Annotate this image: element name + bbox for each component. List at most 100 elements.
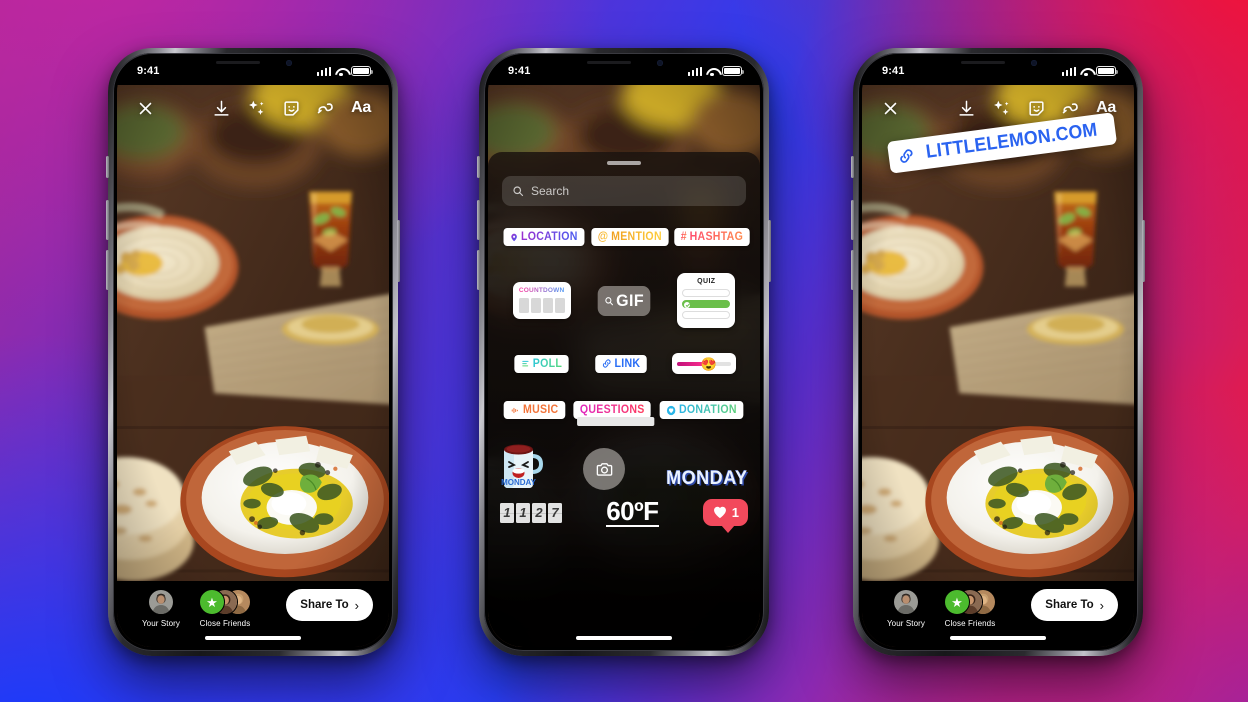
volume-down-button[interactable]: [106, 250, 109, 290]
phone-left: 9:41 Aa Your Story ★ Close Friends Share…: [106, 48, 400, 656]
sticker-location[interactable]: LOCATION: [503, 228, 585, 246]
your-story-option[interactable]: Your Story: [133, 589, 189, 628]
status-time: 9:41: [137, 65, 160, 77]
sticker-icon[interactable]: [1023, 95, 1049, 121]
sticker-counter[interactable]: 1 1 2 7: [500, 502, 562, 523]
share-to-label: Share To: [1045, 599, 1094, 611]
share-to-label: Share To: [300, 599, 349, 611]
sticker-hashtag[interactable]: # HASHTAG: [674, 228, 750, 246]
your-story-label: Your Story: [141, 619, 181, 628]
sticker-tray: Search LOCATION @ MENTION # HASHTAG COUN…: [488, 152, 760, 647]
close-friends-star-icon: ★: [944, 589, 970, 615]
draw-icon[interactable]: [313, 95, 339, 121]
camera-icon: [596, 462, 612, 476]
sticker-link[interactable]: LINK: [595, 354, 648, 373]
quiz-option-selected: [682, 300, 731, 308]
close-x-icon[interactable]: [132, 95, 158, 121]
story-toolbar: Aa: [117, 91, 389, 125]
drag-handle[interactable]: [607, 161, 641, 165]
sticker-icon[interactable]: [278, 95, 304, 121]
home-indicator[interactable]: [205, 636, 301, 640]
battery-icon: [351, 66, 374, 76]
home-indicator[interactable]: [950, 636, 1046, 640]
search-placeholder: Search: [531, 184, 570, 198]
mute-switch[interactable]: [851, 156, 854, 178]
sticker-poll[interactable]: POLL: [513, 354, 569, 373]
notch: [937, 57, 1059, 70]
effects-icon[interactable]: [243, 95, 269, 121]
sticker-row-5: MONDAY MONDAY: [488, 440, 760, 490]
screen-right: 9:41 Aa LITTLELEMON.COM Your Story ★ Clo…: [862, 57, 1134, 647]
volume-up-button[interactable]: [106, 200, 109, 240]
sticker-monday-text[interactable]: MONDAY: [666, 468, 747, 490]
home-indicator[interactable]: [576, 636, 672, 640]
volume-up-button[interactable]: [477, 200, 480, 240]
sticker-monday-mug[interactable]: MONDAY: [498, 440, 544, 490]
effects-icon[interactable]: [988, 95, 1014, 121]
mug-monday-text: MONDAY: [501, 478, 536, 487]
mute-switch[interactable]: [106, 156, 109, 178]
power-button[interactable]: [1142, 220, 1145, 282]
earpiece-speaker: [587, 61, 631, 64]
sticker-camera[interactable]: [583, 448, 626, 490]
close-friends-label: Close Friends: [199, 619, 251, 628]
sticker-mention-label: MENTION: [610, 231, 662, 243]
slider-track: 😍: [677, 357, 732, 370]
close-friends-label: Close Friends: [944, 619, 996, 628]
story-photo: [117, 85, 389, 647]
volume-down-button[interactable]: [477, 250, 480, 290]
volume-down-button[interactable]: [851, 250, 854, 290]
close-friends-option[interactable]: ★ Close Friends: [934, 589, 1006, 628]
sticker-quiz-label: QUIZ: [697, 278, 716, 285]
notch: [563, 57, 685, 70]
music-waveform-icon: [511, 407, 518, 413]
sticker-emoji-slider[interactable]: 😍: [672, 353, 737, 374]
power-button[interactable]: [768, 220, 771, 282]
your-story-option[interactable]: Your Story: [878, 589, 934, 628]
save-icon[interactable]: [208, 95, 234, 121]
screen-middle: 9:41 Search LOCATION @ MENTION # HASHTAG…: [488, 57, 760, 647]
cellular-signal-icon: [687, 66, 702, 76]
text-icon[interactable]: Aa: [348, 95, 374, 121]
sticker-poll-label: POLL: [532, 357, 562, 370]
sticker-music[interactable]: MUSIC: [503, 401, 565, 419]
sticker-quiz[interactable]: QUIZ: [677, 273, 736, 328]
share-to-button[interactable]: Share To ›: [286, 589, 373, 621]
share-to-button[interactable]: Share To ›: [1031, 589, 1118, 621]
sticker-mention[interactable]: @ MENTION: [590, 228, 668, 246]
sticker-donation[interactable]: DONATION: [659, 401, 744, 419]
front-camera: [1031, 60, 1037, 66]
sticker-gif-label: GIF: [616, 290, 645, 310]
earpiece-speaker: [216, 61, 260, 64]
close-friends-option[interactable]: ★ Close Friends: [189, 589, 261, 628]
sticker-search-input[interactable]: Search: [502, 176, 746, 206]
wifi-icon: [335, 67, 347, 76]
volume-up-button[interactable]: [851, 200, 854, 240]
notch: [192, 57, 314, 70]
sticker-row-3: POLL LINK 😍: [488, 353, 760, 374]
sticker-link-label: LINK: [614, 357, 641, 370]
power-button[interactable]: [397, 220, 400, 282]
sticker-location-label: LOCATION: [520, 231, 578, 243]
counter-digit: 2: [532, 502, 546, 523]
mute-switch[interactable]: [477, 156, 480, 178]
cellular-signal-icon: [1061, 66, 1076, 76]
sticker-temperature[interactable]: 60ºF: [606, 498, 659, 527]
countdown-digit-boxes: [518, 298, 565, 313]
sticker-gif[interactable]: GIF: [597, 285, 651, 316]
slider-emoji-knob[interactable]: 😍: [701, 357, 717, 370]
sticker-questions[interactable]: QUESTIONS: [572, 401, 655, 426]
sticker-row-6: 1 1 2 7 60ºF 1: [488, 498, 760, 533]
poll-bars-icon: [521, 360, 529, 367]
at-sign-icon: @: [597, 231, 608, 243]
close-x-icon[interactable]: [877, 95, 903, 121]
screen-left: 9:41 Aa Your Story ★ Close Friends Share…: [117, 57, 389, 647]
sticker-like[interactable]: 1: [702, 499, 748, 533]
save-icon[interactable]: [953, 95, 979, 121]
heart-icon: [713, 506, 726, 519]
location-pin-icon: [511, 233, 517, 241]
heart-circle-icon: [666, 405, 676, 415]
sticker-countdown[interactable]: COUNTDOWN: [512, 282, 571, 319]
sticker-row-2: COUNTDOWN GIF QUIZ: [488, 273, 760, 328]
hash-icon: #: [680, 231, 688, 243]
